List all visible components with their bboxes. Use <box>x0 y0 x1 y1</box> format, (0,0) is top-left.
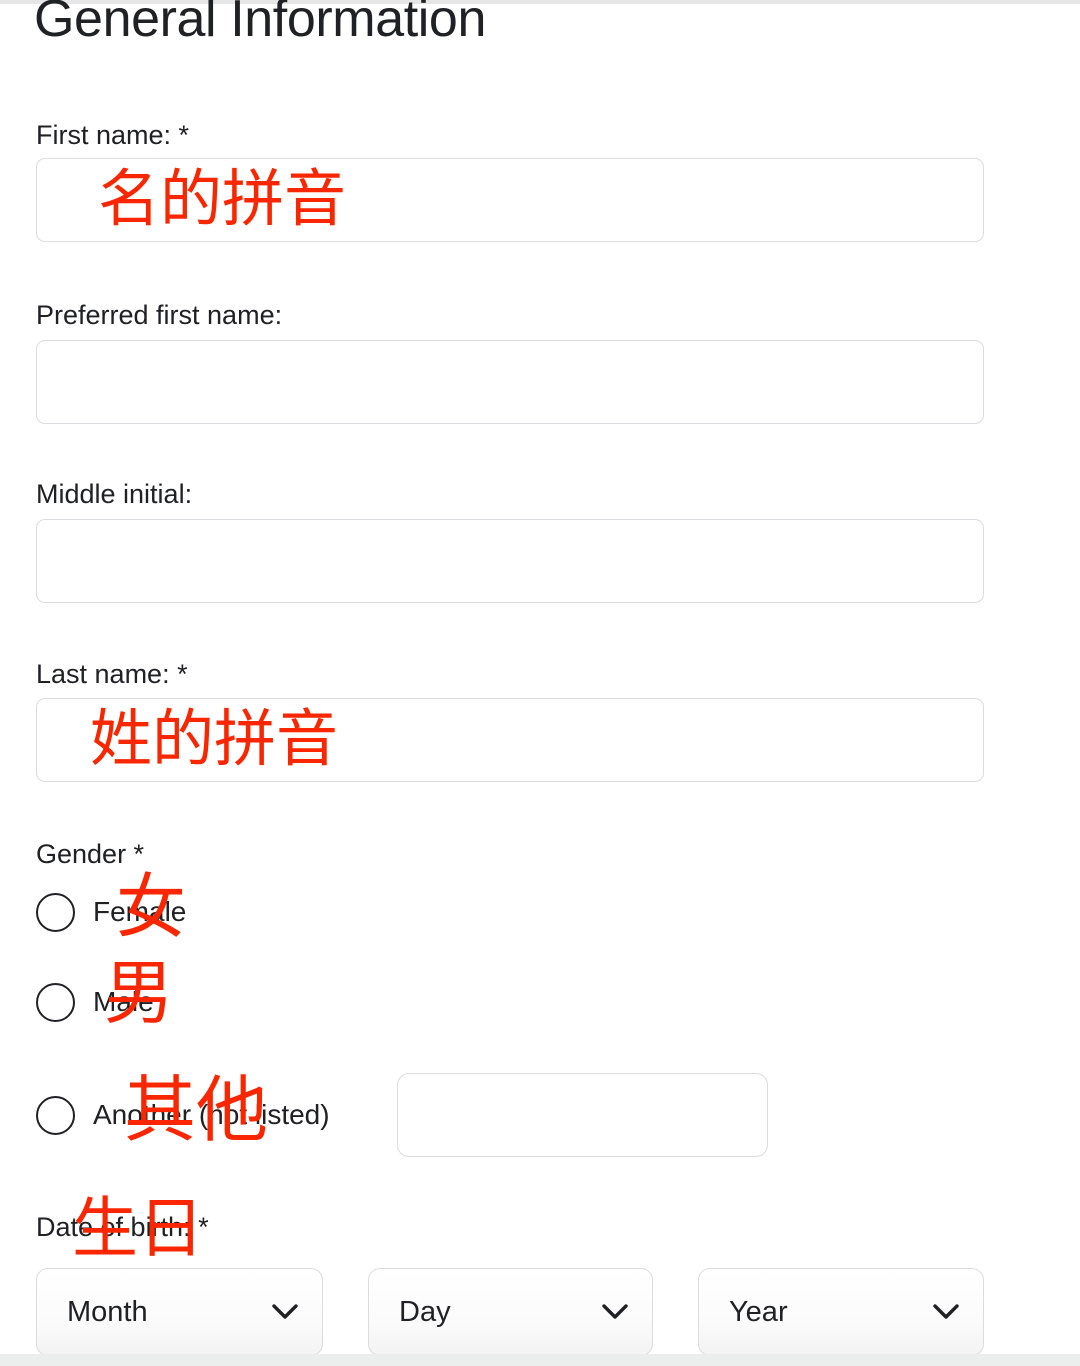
chevron-down-icon[interactable] <box>602 1304 628 1320</box>
dob-day-value: Day <box>399 1295 451 1328</box>
date-of-birth-label: Date of birth: * <box>36 1212 209 1242</box>
radio-icon[interactable] <box>36 1095 75 1135</box>
radio-icon[interactable] <box>36 982 75 1022</box>
dob-day-select[interactable]: Day <box>368 1268 653 1356</box>
page-title: General Information <box>34 0 486 48</box>
gender-other-input[interactable] <box>397 1073 768 1157</box>
first-name-label: First name: * <box>36 120 190 150</box>
viewport-bottom-strip <box>0 1354 1080 1366</box>
last-name-label: Last name: * <box>36 659 188 689</box>
dob-year-value: Year <box>729 1295 788 1328</box>
preferred-first-name-label: Preferred first name: <box>36 300 283 330</box>
gender-label: Gender * <box>36 839 145 869</box>
gender-option-female[interactable]: Female <box>36 890 186 934</box>
gender-option-male[interactable]: Male <box>36 980 154 1024</box>
gender-option-label: Female <box>93 896 187 927</box>
middle-initial-label: Middle initial: <box>36 479 193 509</box>
dob-year-select[interactable]: Year <box>698 1268 984 1356</box>
middle-initial-input[interactable] <box>36 519 984 603</box>
gender-option-label: Another (not listed) <box>93 1099 330 1130</box>
general-information-form: General Information First name: * 名的拼音 P… <box>0 0 1080 1366</box>
gender-option-another[interactable]: Another (not listed) <box>36 1093 330 1137</box>
dob-month-select[interactable]: Month <box>36 1268 323 1356</box>
preferred-first-name-input[interactable] <box>36 340 984 424</box>
dob-month-value: Month <box>67 1295 148 1328</box>
gender-option-label: Male <box>93 986 154 1017</box>
last-name-input[interactable] <box>36 698 984 782</box>
chevron-down-icon[interactable] <box>272 1304 298 1320</box>
first-name-input[interactable] <box>36 158 984 242</box>
chevron-down-icon[interactable] <box>933 1304 959 1320</box>
radio-icon[interactable] <box>36 892 75 932</box>
